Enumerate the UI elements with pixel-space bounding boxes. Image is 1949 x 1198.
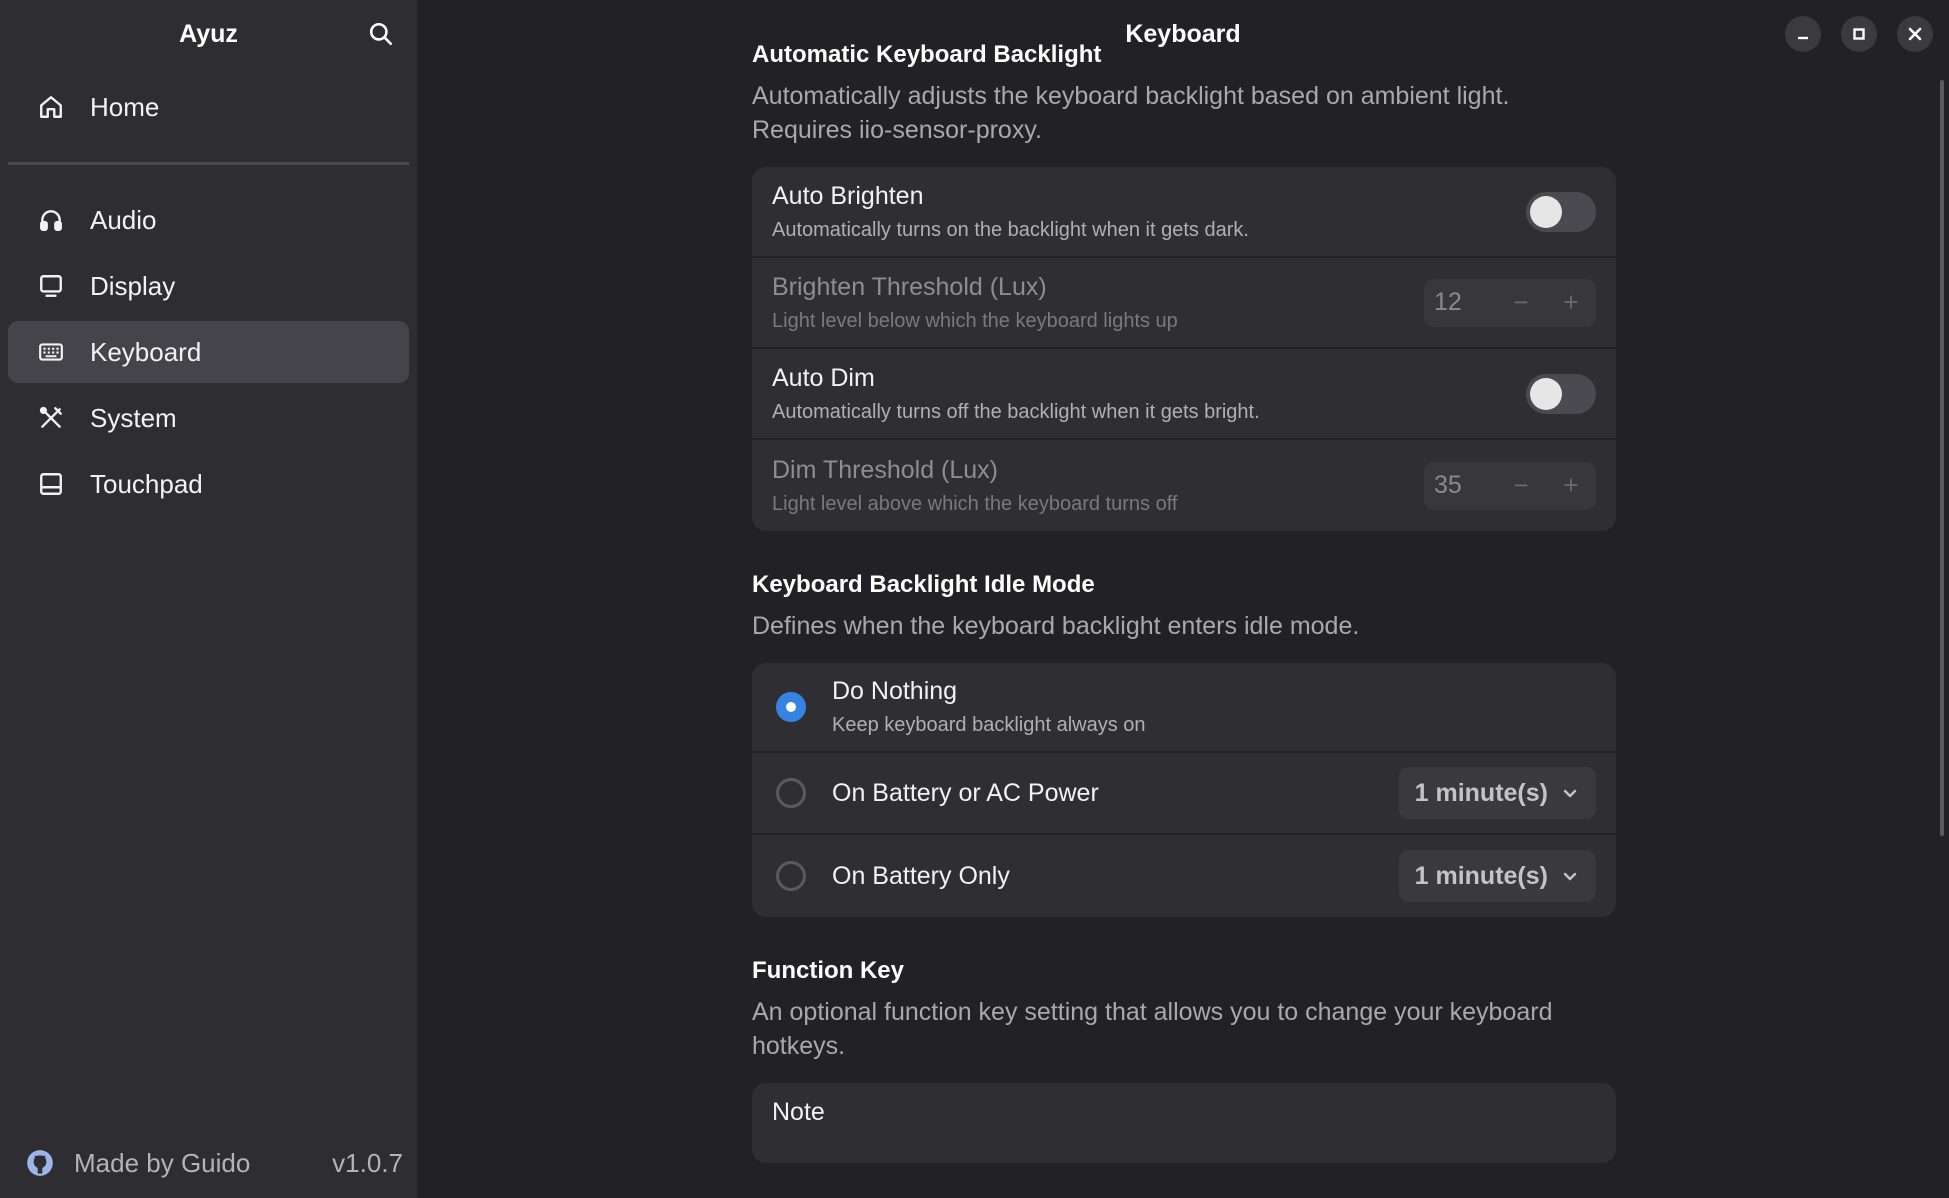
chevron-down-icon: [1562, 868, 1578, 884]
sidebar-item-label: Keyboard: [90, 336, 202, 367]
chevron-down-icon: [1562, 785, 1578, 801]
idle-option-battery-only[interactable]: On Battery Only 1 minute(s): [752, 835, 1616, 917]
scrollbar[interactable]: [1940, 80, 1944, 836]
idle-option-do-nothing[interactable]: Do Nothing Keep keyboard backlight alway…: [752, 663, 1616, 753]
dropdown-value: 1 minute(s): [1414, 778, 1548, 807]
brighten-threshold-stepper[interactable]: 12 − +: [1424, 278, 1596, 327]
auto-brighten-row[interactable]: Auto Brighten Automatically turns on the…: [752, 167, 1616, 258]
main-content: Keyboard Automatic Keyboard Backlight Au…: [417, 0, 1949, 1198]
row-title: Note: [772, 1097, 825, 1126]
radio-button[interactable]: [776, 692, 806, 722]
function-key-card: Note: [752, 1083, 1616, 1163]
sidebar-item-touchpad[interactable]: Touchpad: [8, 453, 409, 515]
increment-button[interactable]: +: [1546, 470, 1596, 501]
sidebar-item-label: Audio: [90, 204, 157, 235]
note-row[interactable]: Note: [752, 1083, 1616, 1141]
dim-threshold-row: Dim Threshold (Lux) Light level above wh…: [752, 440, 1616, 531]
touchpad-icon: [36, 469, 66, 499]
home-icon: [36, 92, 66, 122]
sidebar: Ayuz Home Audio Display Keyboard System …: [0, 0, 417, 1198]
decrement-button[interactable]: −: [1496, 470, 1546, 501]
settings-content: Automatic Keyboard Backlight Automatical…: [752, 0, 1616, 1163]
row-title: Brighten Threshold (Lux): [772, 272, 1047, 301]
minimize-icon: [1798, 36, 1808, 40]
row-subtitle: Automatically turns off the backlight wh…: [772, 400, 1260, 423]
section-description: Defines when the keyboard backlight ente…: [752, 612, 1360, 640]
version-label: v1.0.7: [332, 1147, 403, 1178]
monitor-icon: [36, 271, 66, 301]
section-description: Automatically adjusts the keyboard backl…: [752, 82, 1510, 144]
window-controls: [1785, 16, 1933, 52]
idle-mode-card: Do Nothing Keep keyboard backlight alway…: [752, 663, 1616, 917]
idle-mode-section: Keyboard Backlight Idle Mode Defines whe…: [752, 571, 1616, 917]
search-button[interactable]: [363, 16, 399, 52]
minimize-button[interactable]: [1785, 16, 1821, 52]
stepper-value[interactable]: 35: [1424, 471, 1496, 500]
row-subtitle: Light level below which the keyboard lig…: [772, 309, 1178, 332]
section-title: Keyboard Backlight Idle Mode: [752, 571, 1095, 598]
function-key-section: Function Key An optional function key se…: [752, 957, 1616, 1163]
row-title: Do Nothing: [832, 677, 958, 705]
row-subtitle: Keep keyboard backlight always on: [832, 714, 1146, 736]
increment-button[interactable]: +: [1546, 287, 1596, 318]
app-window: Ayuz Home Audio Display Keyboard System …: [0, 0, 1949, 1198]
section-title: Automatic Keyboard Backlight: [752, 41, 1102, 68]
sidebar-item-label: Display: [90, 270, 176, 301]
section-description: An optional function key setting that al…: [752, 998, 1553, 1060]
keyboard-icon: [36, 337, 66, 367]
maximize-button[interactable]: [1841, 16, 1877, 52]
close-icon: [1908, 27, 1922, 41]
timeout-dropdown[interactable]: 1 minute(s): [1398, 850, 1596, 902]
auto-dim-toggle[interactable]: [1526, 373, 1596, 414]
radio-button[interactable]: [776, 778, 806, 808]
made-by-link[interactable]: Made by Guido: [74, 1148, 332, 1179]
sidebar-item-home[interactable]: Home: [8, 76, 409, 138]
section-title: Function Key: [752, 957, 905, 984]
row-title: Dim Threshold (Lux): [772, 455, 999, 484]
auto-dim-row[interactable]: Auto Dim Automatically turns off the bac…: [752, 349, 1616, 440]
sidebar-item-label: System: [90, 402, 177, 433]
maximize-icon: [1853, 28, 1865, 40]
timeout-dropdown[interactable]: 1 minute(s): [1398, 767, 1596, 819]
sidebar-item-label: Home: [90, 91, 160, 122]
search-icon: [369, 22, 393, 46]
sidebar-item-keyboard[interactable]: Keyboard: [8, 321, 409, 383]
decrement-button[interactable]: −: [1496, 287, 1546, 318]
sidebar-separator: [8, 162, 409, 165]
sidebar-header: Ayuz: [0, 0, 417, 68]
row-subtitle: Light level above which the keyboard tur…: [772, 492, 1178, 515]
sidebar-item-label: Touchpad: [90, 468, 203, 499]
close-button[interactable]: [1897, 16, 1933, 52]
row-title: Auto Dim: [772, 363, 875, 392]
app-title: Ayuz: [179, 19, 238, 48]
headphones-icon: [36, 205, 66, 235]
stepper-value[interactable]: 12: [1424, 288, 1496, 317]
auto-backlight-card: Auto Brighten Automatically turns on the…: [752, 167, 1616, 531]
sidebar-footer: Made by Guido v1.0.7: [0, 1128, 417, 1198]
tools-icon: [36, 403, 66, 433]
row-title: On Battery or AC Power: [832, 778, 1099, 807]
sidebar-item-display[interactable]: Display: [8, 255, 409, 317]
auto-brighten-toggle[interactable]: [1526, 191, 1596, 232]
row-subtitle: Automatically turns on the backlight whe…: [772, 218, 1249, 241]
sidebar-item-system[interactable]: System: [8, 387, 409, 449]
brighten-threshold-row: Brighten Threshold (Lux) Light level bel…: [752, 258, 1616, 349]
idle-option-battery-or-ac[interactable]: On Battery or AC Power 1 minute(s): [752, 753, 1616, 835]
dim-threshold-stepper[interactable]: 35 − +: [1424, 461, 1596, 510]
row-title: On Battery Only: [832, 861, 1010, 890]
github-icon[interactable]: [26, 1149, 54, 1177]
dropdown-value: 1 minute(s): [1414, 861, 1548, 890]
sidebar-item-audio[interactable]: Audio: [8, 189, 409, 251]
radio-button[interactable]: [776, 861, 806, 891]
auto-backlight-section: Automatic Keyboard Backlight Automatical…: [752, 41, 1616, 531]
row-title: Auto Brighten: [772, 181, 924, 210]
